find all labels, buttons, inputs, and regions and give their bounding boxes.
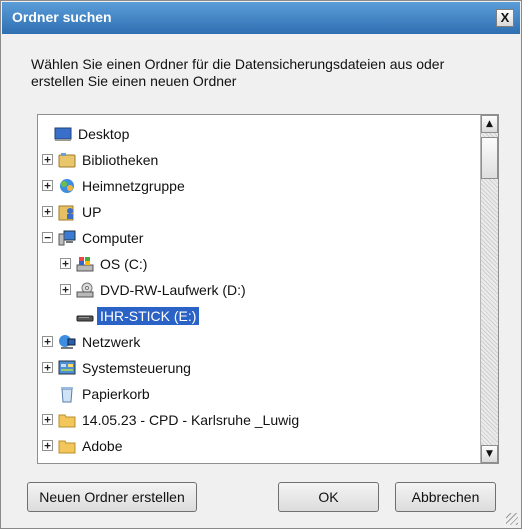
tree-item-up[interactable]: + UP [38, 199, 481, 225]
scroll-up-button[interactable]: ▲ [481, 115, 498, 133]
tree-item-label: 14.05.23 - CPD - Karlsruhe _Luwig [82, 412, 300, 428]
expand-toggle[interactable]: + [42, 336, 53, 347]
cancel-button[interactable]: Abbrechen [395, 482, 496, 512]
expand-toggle[interactable]: + [42, 414, 53, 425]
tree-item-label: DVD-RW-Laufwerk (D:) [100, 282, 246, 298]
tree-item-label: IHR-STICK (E:) [97, 307, 200, 325]
instruction-text: Wählen Sie einen Ordner für die Datensic… [31, 56, 445, 89]
tree-item-label: Desktop [78, 126, 130, 142]
folder-icon [58, 440, 76, 454]
tree-item-label: Adobe [82, 438, 123, 454]
expand-toggle[interactable]: + [42, 362, 53, 373]
tree-item-netzwerk[interactable]: + Netzwerk [38, 329, 481, 355]
tree-item-cpd-karlsruhe[interactable]: + 14.05.23 - CPD - Karlsruhe _Luwig [38, 407, 481, 433]
tree-item-label: Papierkorb [82, 386, 150, 402]
folder-browse-dialog: Ordner suchen X Wählen Sie einen Ordner … [0, 0, 522, 529]
tree-item-papierkorb[interactable]: Papierkorb [38, 381, 481, 407]
tree-item-dvd-d[interactable]: + DVD-RW-Laufwerk (D:) [38, 277, 481, 303]
computer-icon [58, 230, 76, 246]
libraries-icon [58, 153, 76, 168]
collapse-toggle[interactable]: − [42, 232, 53, 243]
expand-toggle[interactable]: + [42, 180, 53, 191]
title-bar[interactable]: Ordner suchen X [2, 2, 520, 34]
vertical-scrollbar[interactable]: ▲ ▼ [480, 115, 498, 463]
close-button[interactable]: X [496, 9, 514, 27]
tree-item-label: Netzwerk [82, 334, 141, 350]
dvd-drive-icon [76, 282, 94, 298]
control-panel-icon [58, 360, 76, 375]
network-icon [59, 335, 76, 349]
desktop-icon [54, 127, 72, 141]
tree-item-bibliotheken[interactable]: + Bibliotheken [38, 147, 481, 173]
tree-item-label: UP [82, 204, 102, 220]
folder-icon [58, 414, 76, 428]
usb-drive-icon [76, 315, 94, 322]
tree-item-heimnetzgruppe[interactable]: + Heimnetzgruppe [38, 173, 481, 199]
recycle-bin-icon [61, 387, 73, 403]
homegroup-icon [60, 179, 74, 193]
folder-tree[interactable]: Desktop + Bibliotheken + Heimnetzgruppe … [37, 114, 499, 464]
tree-item-label: Computer [82, 230, 144, 246]
expand-toggle[interactable]: + [42, 154, 53, 165]
expand-toggle[interactable]: + [60, 284, 71, 295]
tree-item-label: Systemsteuerung [82, 360, 191, 376]
scroll-thumb[interactable] [481, 137, 498, 179]
tree-item-computer[interactable]: − Computer [38, 225, 481, 251]
tree-item-os-c[interactable]: + OS (C:) [38, 251, 481, 277]
expand-toggle[interactable]: + [42, 440, 53, 451]
system-drive-icon [76, 257, 94, 272]
ok-button[interactable]: OK [278, 482, 379, 512]
tree-item-adobe[interactable]: + Adobe [38, 433, 481, 459]
tree-item-label: Bibliotheken [82, 152, 159, 168]
resize-grip[interactable] [506, 513, 518, 525]
user-folder-icon [58, 205, 74, 221]
tree-item-ihr-stick-e[interactable]: IHR-STICK (E:) [38, 303, 481, 329]
new-folder-button[interactable]: Neuen Ordner erstellen [27, 482, 197, 512]
tree-item-desktop[interactable]: Desktop [38, 121, 481, 147]
expand-toggle[interactable]: + [60, 258, 71, 269]
expand-toggle[interactable]: + [42, 206, 53, 217]
dialog-title: Ordner suchen [12, 9, 112, 25]
tree-item-label: Heimnetzgruppe [82, 178, 185, 194]
tree-item-label: OS (C:) [100, 256, 148, 272]
scroll-down-button[interactable]: ▼ [481, 445, 498, 463]
tree-item-systemsteuerung[interactable]: + Systemsteuerung [38, 355, 481, 381]
